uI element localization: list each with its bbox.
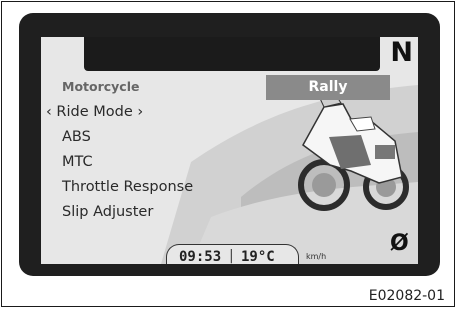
menu-item-ride-mode[interactable]: ‹ Ride Mode › <box>46 104 143 120</box>
selected-value-box[interactable]: Rally <box>266 75 390 100</box>
background-scene <box>161 85 418 264</box>
menu-item-mtc[interactable]: MTC <box>62 154 93 170</box>
speed-unit: km/h <box>306 252 327 261</box>
menu-item-abs[interactable]: ABS <box>62 129 91 145</box>
menu-item-throttle-response[interactable]: Throttle Response <box>62 179 193 195</box>
figure-caption: E02082-01 <box>368 288 445 304</box>
zero-icon: Ø <box>390 231 409 256</box>
category-label: Motorcycle <box>62 79 140 94</box>
dashboard-screen: N Motorcycle Rally ‹ Ride Mode › ABS MTC… <box>41 37 418 264</box>
time-temperature-panel: 09:53 | 19°C <box>166 244 299 264</box>
gear-indicator: N <box>390 37 413 68</box>
separator: | <box>229 248 234 264</box>
clock-time: 09:53 <box>179 249 222 264</box>
menu-item-slip-adjuster[interactable]: Slip Adjuster <box>62 204 153 220</box>
top-status-bar <box>84 37 380 71</box>
temperature-readout: 19°C <box>241 249 275 264</box>
